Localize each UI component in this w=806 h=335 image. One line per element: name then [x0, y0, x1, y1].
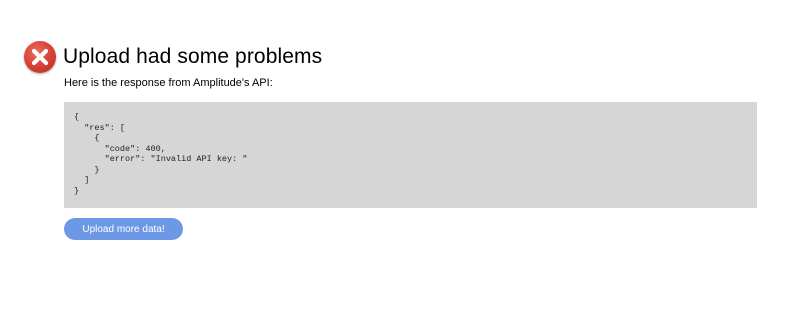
api-response-box: { "res": [ { "code": 400, "error": "Inva… [64, 102, 757, 208]
page-title: Upload had some problems [63, 45, 323, 69]
api-response-code: { "res": [ { "code": 400, "error": "Inva… [74, 112, 248, 196]
upload-more-data-button[interactable]: Upload more data! [64, 218, 183, 240]
intro-text: Here is the response from Amplitude's AP… [64, 77, 273, 89]
error-x-icon [24, 41, 56, 74]
